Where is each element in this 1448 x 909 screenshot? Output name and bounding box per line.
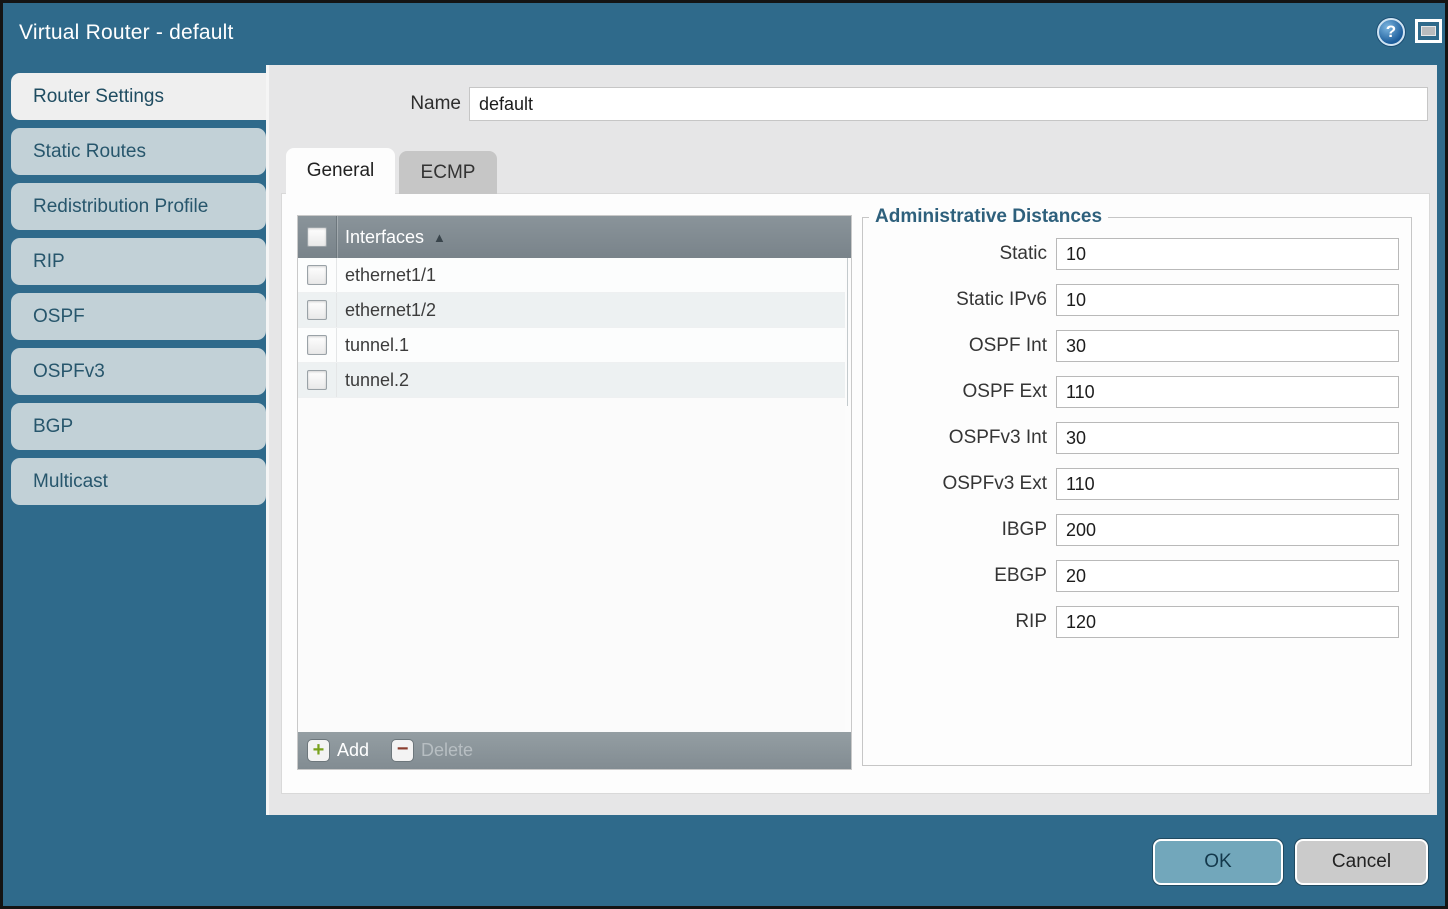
- table-row[interactable]: tunnel.1: [298, 328, 851, 363]
- administrative-distances-rows: Static Static IPv6 OSPF Int OSPF Ext: [863, 228, 1411, 638]
- column-separator: [336, 293, 337, 327]
- field-row: IBGP: [863, 514, 1399, 546]
- row-checkbox[interactable]: [307, 335, 327, 355]
- delete-button-label: Delete: [421, 740, 473, 761]
- content-panel: Name General ECMP Interfaces ▲ ethernet1…: [266, 65, 1437, 815]
- sidebar: Router Settings Static Routes Redistribu…: [11, 73, 266, 513]
- ok-button[interactable]: OK: [1153, 839, 1283, 885]
- field-row: Static: [863, 238, 1399, 270]
- column-separator: [336, 216, 337, 258]
- ospf-int-input[interactable]: [1056, 330, 1399, 362]
- static-input[interactable]: [1056, 238, 1399, 270]
- tab-general[interactable]: General: [286, 148, 395, 194]
- field-row: EBGP: [863, 560, 1399, 592]
- interfaces-table: Interfaces ▲ ethernet1/1 ethernet1/2: [297, 215, 852, 770]
- field-row: OSPF Ext: [863, 376, 1399, 408]
- static-label: Static: [999, 243, 1047, 265]
- ibgp-label: IBGP: [1002, 519, 1047, 541]
- ospf-ext-input[interactable]: [1056, 376, 1399, 408]
- field-row: OSPF Int: [863, 330, 1399, 362]
- sidebar-item-ospf[interactable]: OSPF: [11, 293, 266, 340]
- rip-label: RIP: [1015, 611, 1047, 633]
- name-label: Name: [329, 87, 461, 121]
- interfaces-table-header: Interfaces ▲: [298, 216, 851, 258]
- ebgp-label: EBGP: [994, 565, 1047, 587]
- ospf-ext-label: OSPF Ext: [963, 381, 1047, 403]
- field-row: OSPFv3 Int: [863, 422, 1399, 454]
- interfaces-table-footer: + Add − Delete: [298, 732, 851, 769]
- table-row[interactable]: ethernet1/2: [298, 293, 851, 328]
- general-tab-panel: Interfaces ▲ ethernet1/1 ethernet1/2: [281, 193, 1430, 794]
- window-restore-glyph: [1421, 26, 1436, 36]
- sidebar-item-redistribution-profile[interactable]: Redistribution Profile: [11, 183, 266, 230]
- interface-name: tunnel.2: [345, 370, 409, 391]
- add-plus-icon: +: [307, 739, 330, 762]
- scrollbar-thumb[interactable]: [847, 258, 848, 406]
- tab-ecmp[interactable]: ECMP: [399, 151, 497, 194]
- row-checkbox[interactable]: [307, 370, 327, 390]
- ibgp-input[interactable]: [1056, 514, 1399, 546]
- sidebar-item-router-settings[interactable]: Router Settings: [11, 73, 266, 120]
- select-all-checkbox[interactable]: [307, 227, 327, 247]
- field-row: OSPFv3 Ext: [863, 468, 1399, 500]
- add-button-label: Add: [337, 740, 369, 761]
- delete-minus-icon: −: [391, 739, 414, 762]
- window-restore-icon[interactable]: [1415, 19, 1442, 43]
- cancel-button[interactable]: Cancel: [1295, 839, 1428, 885]
- table-row[interactable]: ethernet1/1: [298, 258, 851, 293]
- column-separator: [336, 363, 337, 397]
- static-ipv6-input[interactable]: [1056, 284, 1399, 316]
- scrollbar-track[interactable]: [845, 258, 851, 732]
- administrative-distances-legend: Administrative Distances: [869, 206, 1108, 228]
- sidebar-item-ospfv3[interactable]: OSPFv3: [11, 348, 266, 395]
- column-separator: [336, 328, 337, 362]
- interfaces-column-header: Interfaces: [345, 227, 424, 248]
- ospfv3-ext-input[interactable]: [1056, 468, 1399, 500]
- ospfv3-int-label: OSPFv3 Int: [949, 427, 1047, 449]
- rip-input[interactable]: [1056, 606, 1399, 638]
- virtual-router-dialog: Virtual Router - default ? Router Settin…: [0, 0, 1448, 909]
- sidebar-item-static-routes[interactable]: Static Routes: [11, 128, 266, 175]
- interfaces-rows: ethernet1/1 ethernet1/2 tunnel.1: [298, 258, 851, 732]
- column-separator: [336, 258, 337, 292]
- interface-name: tunnel.1: [345, 335, 409, 356]
- ospf-int-label: OSPF Int: [969, 335, 1047, 357]
- ospfv3-ext-label: OSPFv3 Ext: [942, 473, 1047, 495]
- administrative-distances-fieldset: Administrative Distances Static Static I…: [862, 206, 1412, 766]
- row-checkbox[interactable]: [307, 265, 327, 285]
- interface-name: ethernet1/2: [345, 300, 436, 321]
- add-button[interactable]: + Add: [307, 739, 369, 762]
- interface-name: ethernet1/1: [345, 265, 436, 286]
- field-row: RIP: [863, 606, 1399, 638]
- static-ipv6-label: Static IPv6: [956, 289, 1047, 311]
- ebgp-input[interactable]: [1056, 560, 1399, 592]
- sort-asc-icon[interactable]: ▲: [433, 230, 446, 245]
- name-input[interactable]: [469, 87, 1428, 121]
- row-checkbox[interactable]: [307, 300, 327, 320]
- sidebar-item-multicast[interactable]: Multicast: [11, 458, 266, 505]
- sidebar-item-bgp[interactable]: BGP: [11, 403, 266, 450]
- sidebar-item-rip[interactable]: RIP: [11, 238, 266, 285]
- field-row: Static IPv6: [863, 284, 1399, 316]
- dialog-title: Virtual Router - default: [19, 3, 234, 65]
- table-row[interactable]: tunnel.2: [298, 363, 851, 398]
- ospfv3-int-input[interactable]: [1056, 422, 1399, 454]
- delete-button[interactable]: − Delete: [391, 739, 473, 762]
- help-icon[interactable]: ?: [1377, 18, 1405, 46]
